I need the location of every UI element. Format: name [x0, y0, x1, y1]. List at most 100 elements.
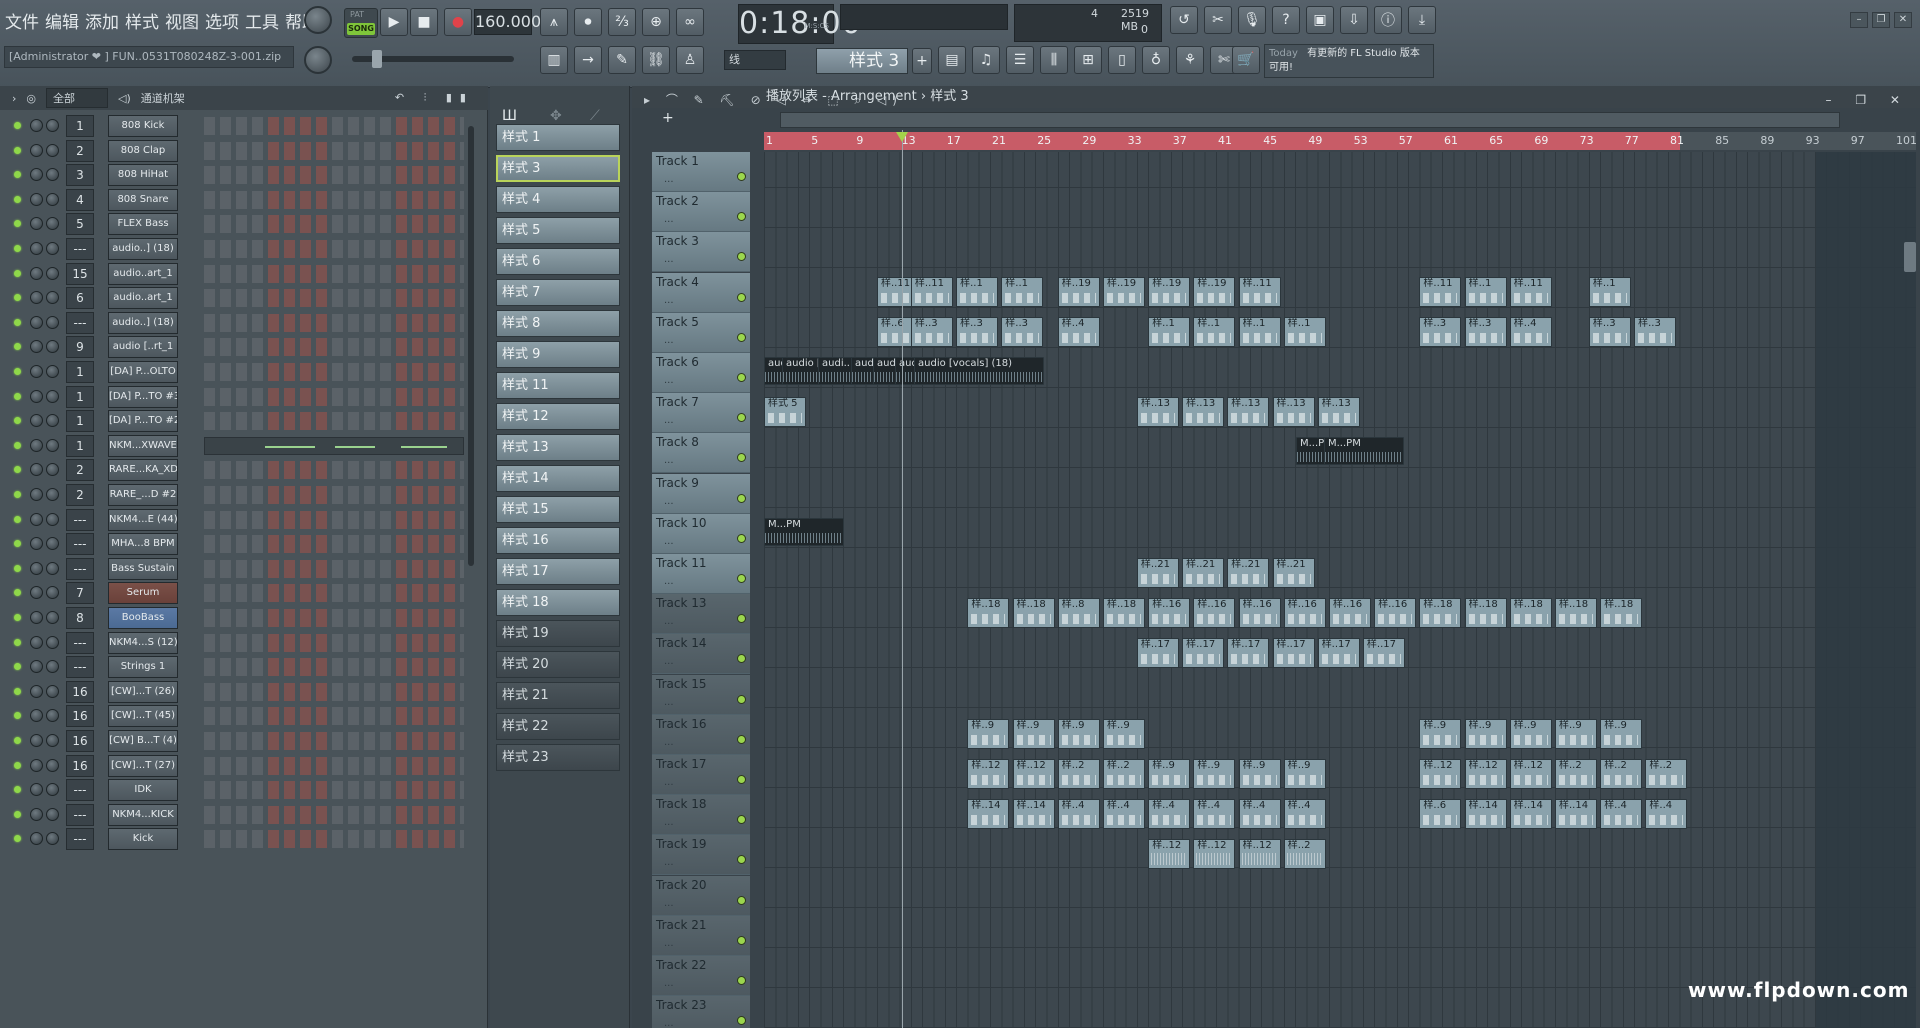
channel-pan-knob[interactable] [30, 611, 43, 624]
pattern-clip[interactable]: 样..14 [1555, 799, 1597, 830]
channel-enable-led[interactable] [14, 589, 21, 597]
pattern-clip[interactable]: 样..16 [1238, 598, 1281, 629]
channel-pan-knob[interactable] [30, 119, 43, 132]
track-header[interactable]: Track 7... [652, 393, 750, 434]
pattern-clip[interactable]: 样..17 [1136, 638, 1179, 669]
pattern-item[interactable]: 样式 16 [496, 527, 620, 554]
channel-mixer-number[interactable]: 3 [66, 164, 94, 187]
channel-name-button[interactable]: Kick [108, 828, 178, 851]
pattern-clip[interactable]: 样..21 [1136, 558, 1179, 588]
menu-edit[interactable]: 编辑 [44, 8, 80, 33]
channel-volume-knob[interactable] [46, 143, 59, 157]
channel-pan-knob[interactable] [30, 758, 43, 772]
channel-pan-knob[interactable] [30, 143, 43, 157]
pattern-clip[interactable]: 样..4 [1148, 799, 1191, 830]
pattern-clip[interactable]: 样..11 [1238, 276, 1281, 307]
channel-row[interactable]: --- NKM4...S (12) [8, 631, 482, 655]
channel-row[interactable]: 5 FLEX Bass [8, 212, 482, 236]
paint-icon[interactable]: ✎ [608, 46, 636, 74]
channel-mixer-number[interactable]: 4 [66, 188, 94, 211]
step-sequencer[interactable] [204, 584, 464, 603]
playlist-overview[interactable] [780, 112, 1840, 128]
channel-row[interactable]: 1 808 Kick [8, 114, 482, 138]
pattern-clip[interactable]: 样..2 [1555, 759, 1597, 789]
pattern-clip[interactable]: 样..1 [1283, 316, 1326, 347]
step-sequencer[interactable] [204, 830, 464, 849]
pattern-item[interactable]: 样式 9 [496, 341, 620, 368]
channel-pan-knob[interactable] [30, 488, 43, 501]
channel-enable-led[interactable] [14, 343, 21, 351]
channel-row[interactable]: 1 [DA] P...OLTO [8, 360, 482, 384]
file-icon[interactable]: ▯ [1108, 46, 1136, 74]
channel-volume-knob[interactable] [46, 734, 59, 747]
channel-row[interactable]: --- Strings 1 [8, 655, 482, 679]
pattern-clip[interactable]: 样..4 [1193, 799, 1236, 830]
channel-pan-knob[interactable] [30, 291, 43, 305]
pattern-clip[interactable]: 样..2 [1600, 759, 1643, 789]
cut-icon[interactable]: ✂ [1204, 6, 1232, 34]
master-pitch-knob[interactable] [304, 46, 332, 74]
channel-pan-knob[interactable] [30, 463, 43, 477]
info-icon[interactable]: ⓘ [1374, 6, 1402, 34]
channel-name-button[interactable]: [CW] B...T (4) [108, 730, 178, 752]
channel-enable-led[interactable] [14, 712, 21, 720]
channel-name-button[interactable]: FLEX Bass [108, 213, 178, 236]
track-header[interactable]: Track 23... [652, 996, 750, 1028]
step-sequencer[interactable] [204, 363, 464, 381]
track-enable-led[interactable] [737, 292, 746, 302]
channel-enable-led[interactable] [14, 638, 21, 646]
track-enable-led[interactable] [737, 172, 746, 181]
channel-enable-led[interactable] [14, 318, 21, 326]
channel-pan-knob[interactable] [30, 832, 43, 846]
track-enable-led[interactable] [737, 332, 746, 342]
channel-volume-knob[interactable] [46, 586, 59, 600]
master-volume-knob[interactable] [304, 6, 332, 34]
channel-enable-led[interactable] [14, 417, 21, 425]
track-enable-led[interactable] [737, 855, 746, 865]
channel-volume-knob[interactable] [46, 389, 59, 403]
channel-volume-knob[interactable] [46, 217, 59, 231]
channel-pan-knob[interactable] [30, 315, 43, 329]
pattern-clip[interactable]: 样..9 [967, 718, 1010, 749]
pattern-clip[interactable]: 样..9 [1600, 718, 1643, 749]
channel-row[interactable]: 2 808 Clap [8, 139, 482, 163]
close-icon[interactable]: ✕ [1894, 12, 1912, 28]
pattern-clip[interactable]: 样..2 [1645, 759, 1688, 789]
channel-waveform[interactable] [204, 436, 464, 455]
step-sequencer[interactable] [204, 141, 464, 160]
channel-name-button[interactable]: 808 Kick [108, 115, 178, 137]
pattern-clip[interactable]: 样..9 [1012, 718, 1055, 749]
channel-volume-knob[interactable] [46, 684, 59, 698]
channel-row[interactable]: 16 [CW]...T (45) [8, 704, 482, 728]
pattern-item[interactable]: 样式 1 [496, 124, 620, 151]
track-header[interactable]: Track 19... [652, 835, 750, 876]
save-as-icon[interactable]: ⇩ [1340, 6, 1368, 34]
playlist-scrollbar[interactable] [1904, 242, 1916, 272]
pattern-clip[interactable]: 样..4 [1600, 799, 1643, 830]
pattern-clip[interactable]: 样..1 [1193, 316, 1236, 347]
channel-name-button[interactable]: [CW]...T (27) [108, 754, 178, 777]
pattern-clip[interactable]: 样..17 [1227, 638, 1270, 669]
pattern-clip[interactable]: 样..14 [1464, 799, 1507, 830]
channel-name-button[interactable]: Bass Sustain [108, 557, 178, 580]
pattern-automation-icon[interactable]: ⟋ [590, 108, 600, 124]
channel-mixer-number[interactable]: 6 [66, 287, 94, 310]
microphone-icon[interactable]: 🎙 [1238, 6, 1266, 34]
channel-pan-knob[interactable] [30, 783, 43, 797]
menu-add[interactable]: 添加 [84, 8, 120, 33]
track-header[interactable]: Track 8... [652, 433, 750, 474]
channel-volume-knob[interactable] [46, 635, 59, 649]
step-sequencer[interactable] [204, 781, 464, 800]
channel-volume-knob[interactable] [46, 611, 59, 624]
channel-enable-led[interactable] [14, 540, 21, 548]
playlist-window-controls[interactable]: – ❐ ✕ [1826, 89, 1910, 111]
step-sequencer[interactable] [204, 190, 464, 209]
pattern-clip[interactable]: 样..17 [1272, 638, 1315, 669]
track-header[interactable]: Track 16... [652, 714, 750, 755]
track-enable-led[interactable] [737, 694, 746, 704]
pattern-clip[interactable]: 样..1 [1001, 276, 1044, 307]
track-header[interactable]: Track 13... [652, 594, 750, 635]
playlist-tools-icon[interactable]: ▸ ⌒ ✎ ⛏ ⊘ ◁ ⇔ ⬚ ⌕ ◁) [644, 89, 903, 111]
track-header[interactable]: Track 4... [652, 272, 750, 313]
channel-row[interactable]: --- NKM4...KICK [8, 803, 482, 827]
